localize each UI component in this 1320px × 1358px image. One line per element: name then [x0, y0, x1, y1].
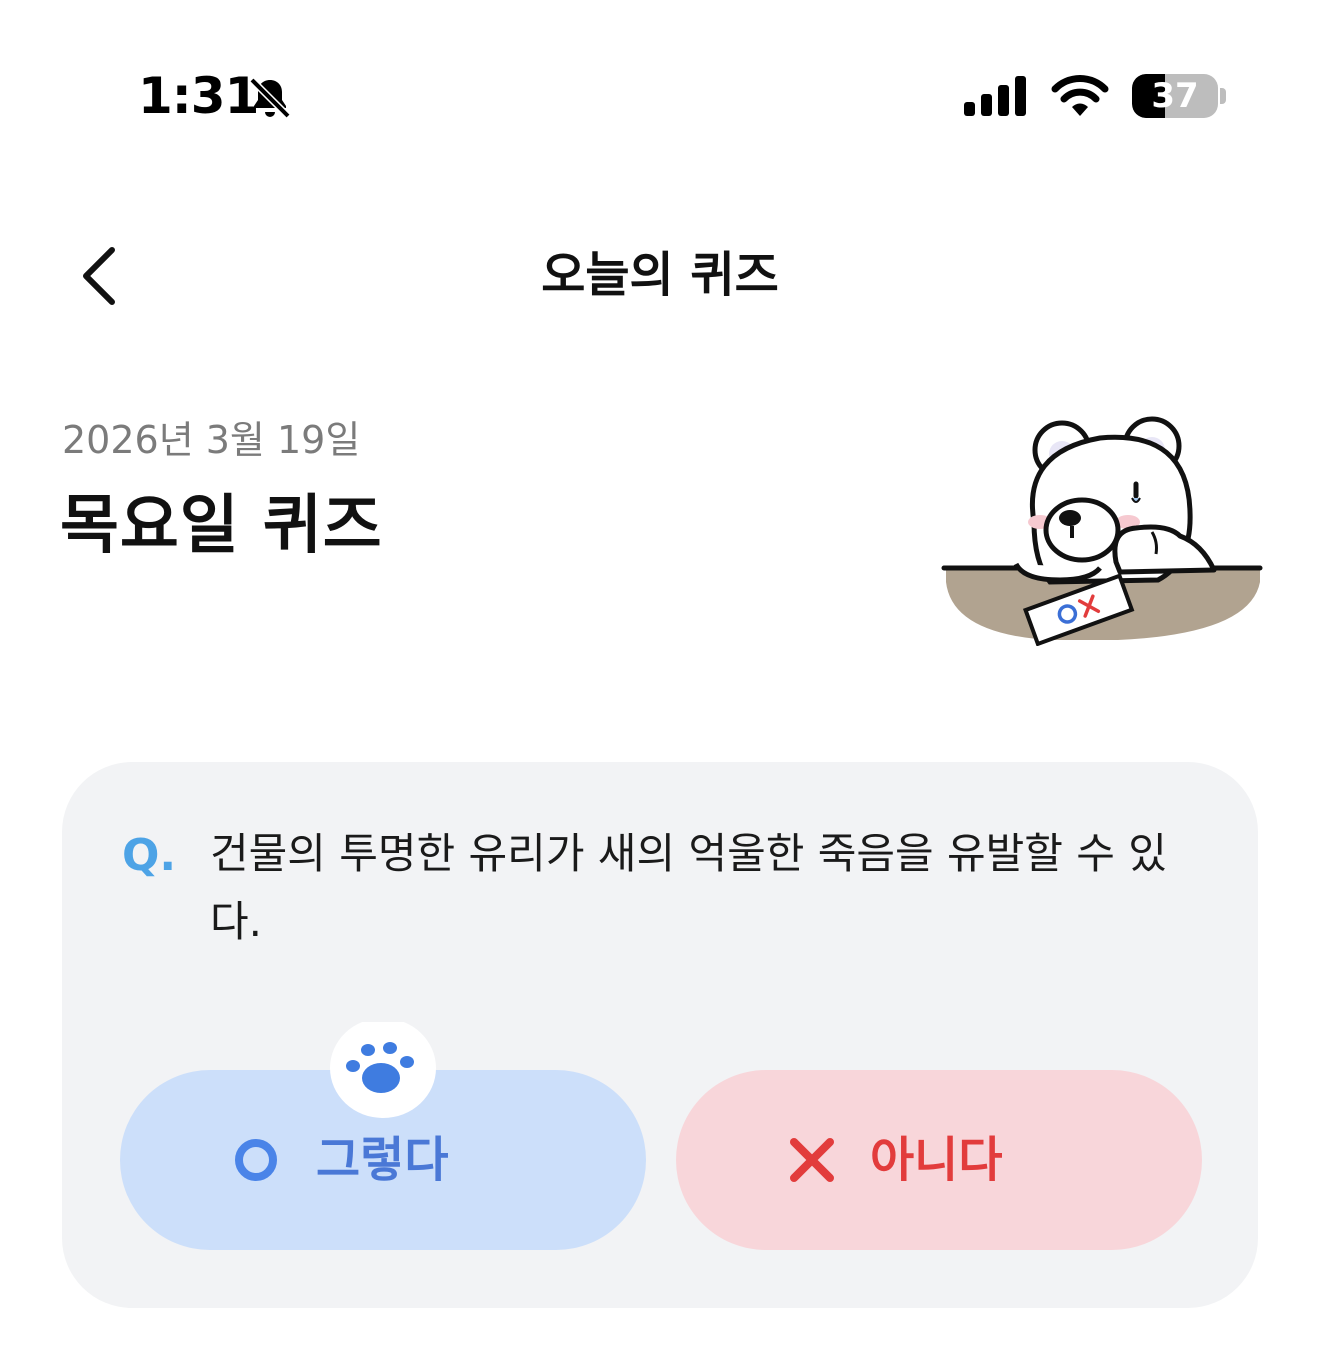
bear-mascot-illustration: [941, 416, 1263, 646]
quiz-screen: 1:31 37 오늘의 퀴즈 2026년 3월 19일 목요일 퀴즈 Q. 건물…: [0, 0, 1320, 1358]
battery-tip: [1220, 88, 1226, 104]
answer-no-button[interactable]: 아니다: [676, 1070, 1202, 1250]
battery-icon: 37: [1132, 74, 1218, 118]
answer-no-label: 아니다: [870, 1132, 1003, 1188]
question-marker: Q.: [122, 830, 177, 881]
answer-yes-label: 그렇다: [316, 1132, 449, 1188]
x-mark-icon: [790, 1138, 834, 1182]
wifi-icon: [1051, 75, 1109, 116]
question-text: 건물의 투명한 유리가 새의 억울한 죽음을 유발할 수 있다.: [210, 829, 1167, 946]
circle-o-icon: [235, 1139, 277, 1181]
signal-icon: [964, 76, 1026, 116]
status-time: 1:31: [138, 67, 259, 125]
quiz-date: 2026년 3월 19일: [62, 418, 361, 462]
battery-level: 37: [1151, 76, 1199, 116]
paw-icon: [330, 1022, 436, 1118]
bell-off-icon: [249, 77, 291, 119]
quiz-title: 목요일 퀴즈: [60, 489, 383, 563]
page-title: 오늘의 퀴즈: [541, 247, 779, 303]
